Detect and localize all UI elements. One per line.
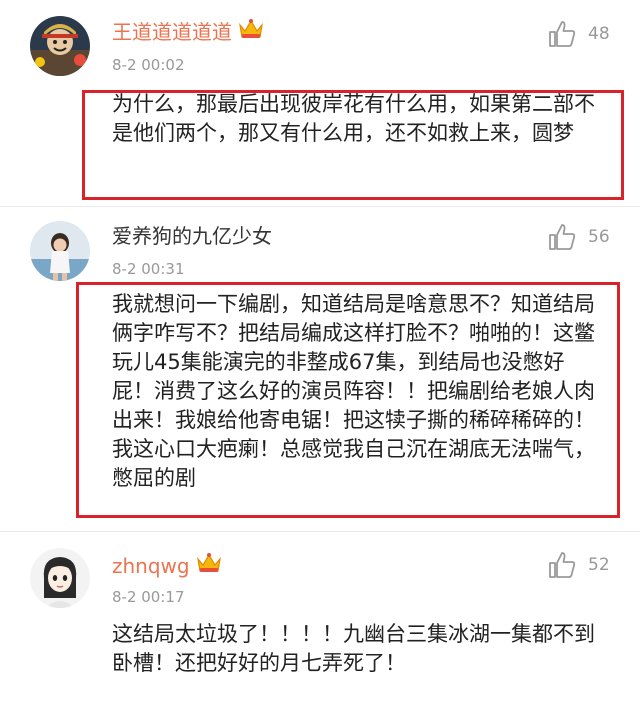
username-text[interactable]: zhnqwg — [112, 554, 190, 578]
crown-icon — [238, 18, 264, 45]
username[interactable]: zhnqwg — [112, 552, 222, 581]
like-count: 56 — [588, 227, 610, 247]
thumbs-up-icon — [549, 21, 576, 47]
comment-timestamp: 8-2 00:17 — [112, 588, 185, 606]
highlight-box — [82, 90, 624, 200]
like-count: 48 — [588, 24, 610, 44]
comment-item: 王道道道道道 8-2 00:02 48 为什么，那最后出现彼岸花有什么用，如果第… — [0, 0, 640, 205]
like-button[interactable]: 48 — [547, 19, 610, 49]
username[interactable]: 爱养狗的九亿少女 — [112, 224, 272, 248]
like-button[interactable]: 52 — [547, 550, 610, 580]
comment-text: 这结局太垃圾了！！！！九幽台三集冰湖一集都不到卧槽！还把好好的月七弄死了！ — [112, 622, 595, 675]
thumbs-up-icon — [549, 224, 576, 250]
username[interactable]: 王道道道道道 — [112, 18, 264, 47]
username-text[interactable]: 王道道道道道 — [112, 20, 232, 44]
thumbs-up-icon — [549, 552, 576, 578]
comment-item: 爱养狗的九亿少女 8-2 00:31 56 我就想问一下编剧，知道结局是啥意思不… — [0, 207, 640, 518]
like-count: 52 — [588, 555, 610, 575]
username-text[interactable]: 爱养狗的九亿少女 — [112, 224, 272, 248]
avatar[interactable] — [30, 16, 90, 76]
comment-item: zhnqwg 8-2 00:17 52 这结局太垃圾了！！！！九幽台三集冰湖一集… — [0, 532, 640, 708]
like-button[interactable]: 56 — [547, 222, 610, 252]
comment-timestamp: 8-2 00:02 — [112, 56, 185, 74]
highlight-box — [76, 282, 620, 518]
avatar[interactable] — [30, 548, 90, 608]
crown-icon — [196, 552, 222, 579]
comment-timestamp: 8-2 00:31 — [112, 260, 185, 278]
avatar[interactable] — [30, 221, 90, 281]
